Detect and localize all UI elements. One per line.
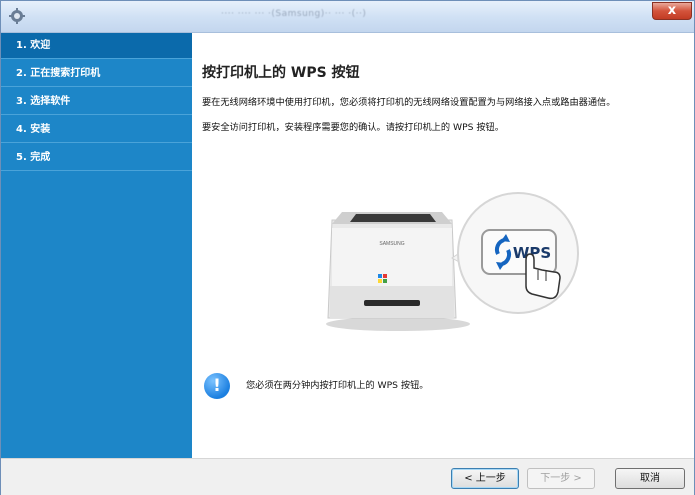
sidebar-item-install: 4. 安装: [1, 117, 192, 143]
printer-brand-label: SAMSUNG: [379, 241, 404, 247]
description-line-1: 要在无线网络环境中使用打印机，您必须将打印机的无线网络设置配置为与网络接入点或路…: [202, 97, 616, 108]
notice-text: 您必须在两分钟内按打印机上的 WPS 按钮。: [246, 380, 429, 391]
window-title: ···· ···· ··· ·(Samsung)·· ··· ·(··): [221, 9, 367, 19]
back-button[interactable]: < 上一步: [451, 468, 519, 489]
sidebar-item-welcome: 1. 欢迎: [1, 33, 192, 59]
app-icon: [9, 8, 25, 24]
sidebar-item-searching-printer: 2. 正在搜索打印机: [1, 61, 192, 87]
steps-sidebar: 1. 欢迎 2. 正在搜索打印机 3. 选择软件 4. 安装 5. 完成: [1, 33, 192, 458]
info-exclamation-icon: !: [204, 373, 230, 399]
description-line-2: 要安全访问打印机，安装程序需要您的确认。请按打印机上的 WPS 按钮。: [202, 122, 504, 133]
wps-callout: WPS: [451, 192, 579, 314]
close-icon: x: [667, 3, 677, 18]
close-button[interactable]: x: [652, 2, 692, 20]
installer-window: ···· ···· ··· ·(Samsung)·· ··· ·(··) x 1…: [0, 0, 695, 495]
main-content: 按打印机上的 WPS 按钮 要在无线网络环境中使用打印机，您必须将打印机的无线网…: [192, 33, 694, 458]
notice-box: ! 您必须在两分钟内按打印机上的 WPS 按钮。: [202, 373, 682, 403]
button-bar: < 上一步 下一步 > 取消: [1, 458, 694, 495]
printer-wps-illustration: SAMSUNG WPS: [326, 192, 579, 331]
sidebar-item-select-software: 3. 选择软件: [1, 89, 192, 115]
page-title: 按打印机上的 WPS 按钮: [202, 65, 360, 81]
sidebar-item-finish: 5. 完成: [1, 145, 192, 171]
title-bar[interactable]: ···· ···· ··· ·(Samsung)·· ··· ·(··) x: [1, 1, 694, 33]
printer-image: SAMSUNG: [327, 212, 457, 319]
next-button[interactable]: 下一步 >: [527, 468, 595, 489]
cancel-button[interactable]: 取消: [615, 468, 685, 489]
